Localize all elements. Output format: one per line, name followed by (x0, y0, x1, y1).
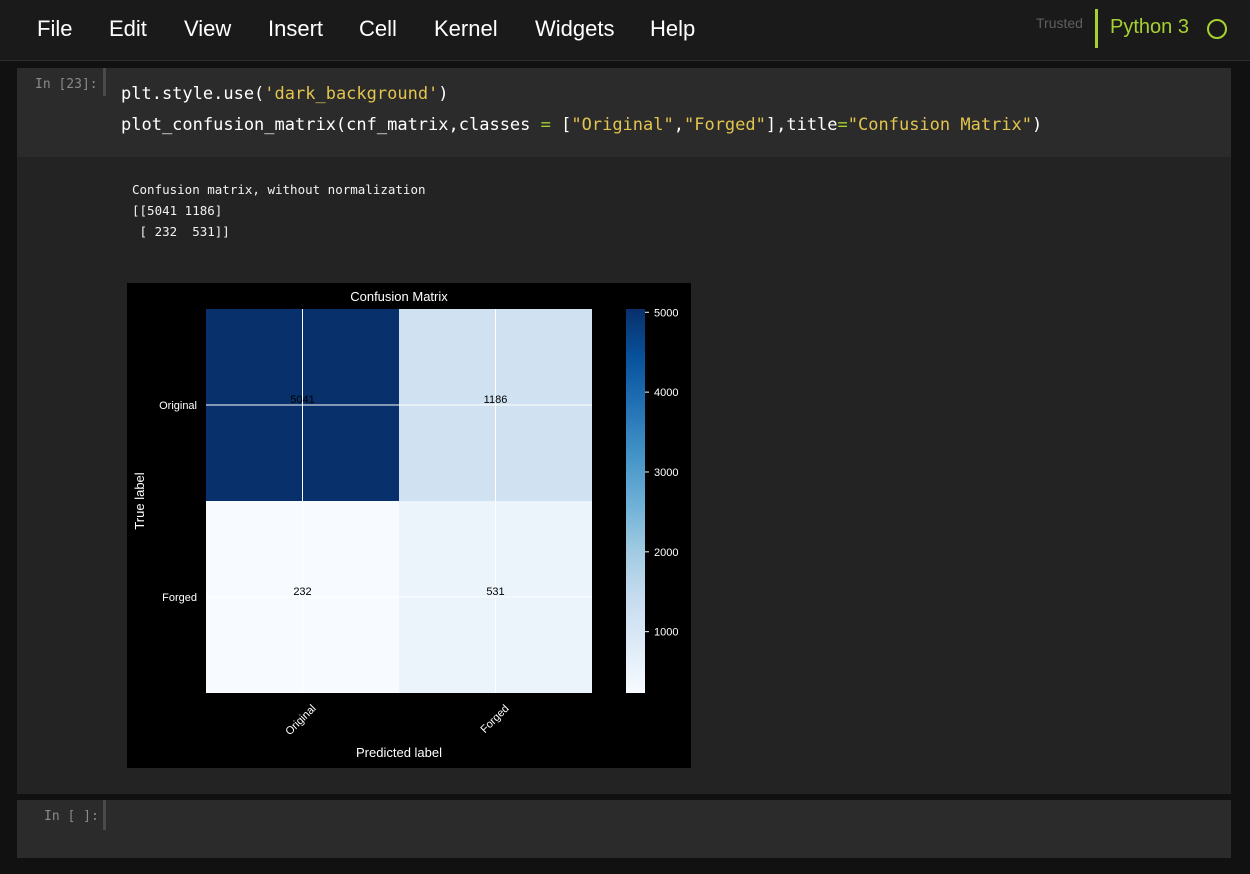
colorbar-tick-label: 3000 (654, 467, 678, 479)
code-cell-output: Confusion matrix, without normalization … (17, 157, 1231, 794)
menu-kernel[interactable]: Kernel (434, 16, 498, 42)
input-prompt: In [23]: (35, 77, 98, 92)
cell-value-label: 5041 (290, 394, 314, 406)
cell-value-label: 531 (486, 586, 504, 598)
trusted-indicator[interactable]: Trusted (1036, 15, 1083, 31)
menu-view[interactable]: View (184, 16, 231, 42)
confusion-matrix-figure: Confusion Matrix 5041 1186 232 531 Original Fo… (127, 283, 691, 768)
prompt-bar (103, 800, 106, 830)
colorbar (626, 309, 645, 693)
x-axis-label: Predicted label (356, 745, 442, 760)
code-cell-input[interactable]: In [23]: plt.style.use('dark_background'… (17, 68, 1231, 157)
kernel-status-icon (1207, 19, 1227, 39)
menu-cell[interactable]: Cell (359, 16, 397, 42)
kernel-divider (1095, 9, 1098, 48)
x-tick-label: Original (283, 703, 318, 738)
y-tick-label: Original (159, 400, 197, 412)
colorbar-tick-label: 4000 (654, 387, 678, 399)
cell-value-label: 1186 (484, 394, 508, 406)
input-prompt-empty: In [ ]: (44, 809, 99, 824)
output-stream: Confusion matrix, without normalization … (132, 182, 426, 239)
code-line-2[interactable]: plot_confusion_matrix(cnf_matrix,classes… (121, 115, 1042, 135)
y-axis-label: True label (132, 472, 147, 529)
colorbar-tick-label: 5000 (654, 307, 678, 319)
menu-insert[interactable]: Insert (268, 16, 323, 42)
colorbar-tick-label: 1000 (654, 627, 678, 639)
chart-svg: Confusion Matrix 5041 1186 232 531 Original Fo… (132, 289, 678, 760)
menu-file[interactable]: File (37, 16, 72, 42)
menu-edit[interactable]: Edit (109, 16, 147, 42)
cell-value-label: 232 (293, 586, 311, 598)
menu-help[interactable]: Help (650, 16, 695, 42)
chart-title: Confusion Matrix (350, 289, 448, 304)
menu-bar: File Edit View Insert Cell Kernel Widget… (0, 0, 1250, 61)
x-tick-label: Forged (478, 703, 511, 736)
empty-code-cell[interactable]: In [ ]: (17, 800, 1231, 858)
menu-widgets[interactable]: Widgets (535, 16, 614, 42)
colorbar-tick-label: 2000 (654, 547, 678, 559)
prompt-bar (103, 68, 106, 96)
y-tick-label: Forged (162, 592, 197, 604)
notebook-container: In [23]: plt.style.use('dark_background'… (0, 61, 1250, 874)
kernel-name[interactable]: Python 3 (1110, 16, 1189, 39)
code-line-1[interactable]: plt.style.use('dark_background') (121, 84, 449, 104)
